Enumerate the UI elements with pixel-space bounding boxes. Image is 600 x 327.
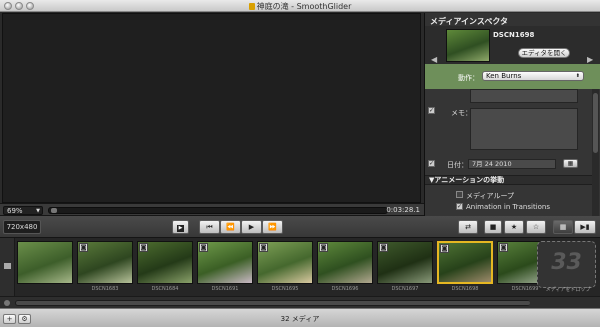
filmstrip-clip[interactable]: ◙ bbox=[377, 241, 433, 284]
media-drop-target[interactable]: 33 bbox=[537, 241, 596, 288]
play-button[interactable]: ▶ bbox=[241, 220, 262, 234]
clip-name-label: DSCN1695 bbox=[271, 286, 299, 292]
clip-badge-icon[interactable]: ◙ bbox=[379, 243, 388, 252]
memo-label: メモ： bbox=[451, 109, 472, 117]
memo-checkbox[interactable]: ✓ bbox=[428, 107, 435, 114]
clip-badge-icon[interactable]: ◙ bbox=[199, 243, 208, 252]
date-label: 日付： bbox=[447, 161, 468, 169]
clip-name: DSCN1698 bbox=[493, 31, 535, 39]
preview-canvas[interactable] bbox=[2, 13, 421, 203]
export-button[interactable]: ▦ bbox=[553, 220, 573, 234]
clip-name-label: DSCN1697 bbox=[391, 286, 419, 292]
media-loop-checkbox[interactable] bbox=[456, 191, 463, 198]
timecode: 0:03:28.1 bbox=[386, 206, 420, 214]
inspector-scrollbar[interactable] bbox=[592, 89, 599, 216]
chevron-down-icon: ▼ bbox=[36, 208, 40, 214]
filmstrip-clip[interactable]: ◙ bbox=[317, 241, 373, 284]
filmstrip-clip[interactable]: ◙ bbox=[197, 241, 253, 284]
motion-value: Ken Burns bbox=[486, 72, 522, 80]
main-toolbar: 720x480 ▶ ⏮ ⏪ ▶ ⏩ ⇄ ■ ★ ☆ ▦ ▶▮ bbox=[0, 216, 600, 238]
filmstrip-clip[interactable]: ◙ bbox=[77, 241, 133, 284]
rewind-button[interactable]: ⏪ bbox=[220, 220, 241, 234]
filmstrip-clip[interactable] bbox=[17, 241, 73, 284]
rewind-icon: ⏪ bbox=[226, 223, 235, 231]
scrub-bar: 69% ▼ 0:03:28.1 bbox=[0, 203, 424, 216]
media-loop-label: メディアループ bbox=[466, 192, 515, 200]
clip-thumbnail bbox=[446, 29, 490, 62]
play-icon: ▶ bbox=[248, 223, 255, 231]
title-bar: 神庭の滝 - SmoothGlider bbox=[0, 0, 600, 12]
clip-badge-icon[interactable]: ◙ bbox=[79, 243, 88, 252]
window-title: 神庭の滝 - SmoothGlider bbox=[0, 1, 600, 12]
filmstrip-sidebar bbox=[0, 238, 15, 296]
open-editor-button[interactable]: エディタを開く bbox=[518, 48, 570, 58]
favorites-button[interactable]: ☆ bbox=[526, 220, 546, 234]
clip-name-label: DSCN1684 bbox=[151, 286, 179, 292]
memo-field[interactable] bbox=[470, 108, 578, 150]
media-inspector: メディアインスペクタ ◀ DSCN1698 エディタを開く ▶ 動作： Ken … bbox=[424, 13, 600, 216]
filmstrip-scrollbar[interactable] bbox=[0, 296, 600, 308]
clip-name-label: DSCN1698 bbox=[451, 286, 479, 292]
clip-name-label: DSCN1696 bbox=[331, 286, 359, 292]
export-icon: ▦ bbox=[559, 223, 567, 231]
filmstrip-clip[interactable]: ◙ bbox=[137, 241, 193, 284]
document-icon bbox=[248, 3, 255, 10]
skip-back-icon: ⏮ bbox=[206, 223, 213, 231]
share-button[interactable]: ▶▮ bbox=[574, 220, 596, 234]
go-to-start-button[interactable]: ⏮ bbox=[199, 220, 220, 234]
effects-button[interactable]: ★ bbox=[504, 220, 524, 234]
inspector-scroll-thumb[interactable] bbox=[593, 93, 598, 153]
chevron-updown-icon: ⬍ bbox=[575, 73, 580, 79]
media-count: 32 メディア bbox=[280, 315, 320, 323]
clip-name-label: DSCN1691 bbox=[211, 286, 239, 292]
clip-badge-icon[interactable]: ◙ bbox=[440, 244, 449, 253]
animation-section-header[interactable]: ▼アニメーションの挙動 bbox=[425, 175, 593, 185]
window-title-text: 神庭の滝 - SmoothGlider bbox=[256, 2, 352, 11]
clip-badge-icon[interactable]: ◙ bbox=[259, 243, 268, 252]
share-icon: ▶▮ bbox=[580, 223, 590, 231]
clip-name-label: DSCN1683 bbox=[91, 286, 119, 292]
drop-label: メディアをドロップ bbox=[545, 287, 591, 293]
next-media-number: 33 bbox=[551, 250, 582, 275]
zoom-select[interactable]: 69% ▼ bbox=[3, 206, 43, 215]
timeline-slider[interactable] bbox=[48, 207, 388, 214]
star-icon: ★ bbox=[510, 223, 518, 231]
clip-badge-icon[interactable]: ◙ bbox=[499, 243, 508, 252]
status-bar: + ⚙ 32 メディア bbox=[0, 308, 600, 327]
transition-button[interactable]: ⇄ bbox=[458, 220, 478, 234]
motion-select[interactable]: Ken Burns ⬍ bbox=[482, 71, 584, 81]
fast-forward-button[interactable]: ⏩ bbox=[262, 220, 283, 234]
filmstrip-clip[interactable]: ◙ bbox=[437, 241, 493, 284]
add-media-button[interactable]: ■ bbox=[484, 220, 502, 234]
calendar-icon[interactable]: ▦ bbox=[563, 159, 578, 168]
clip-badge-icon[interactable]: ◙ bbox=[139, 243, 148, 252]
next-icon[interactable]: ▶ bbox=[587, 55, 593, 64]
star-outline-icon: ☆ bbox=[532, 223, 540, 231]
play-preview-button[interactable]: ▶ bbox=[172, 220, 189, 234]
motion-label: 動作： bbox=[458, 74, 479, 82]
label-icon[interactable] bbox=[4, 263, 11, 269]
add-media-icon: ■ bbox=[489, 223, 497, 231]
inspector-body: ✓ メモ： ✓ 日付： 7月 24 2010 ▦ ▼アニメーションの挙動 メディ… bbox=[425, 89, 600, 216]
motion-panel: 動作： Ken Burns ⬍ bbox=[425, 64, 600, 89]
fast-forward-icon: ⏩ bbox=[268, 223, 277, 231]
filmstrip-clip[interactable]: ◙ bbox=[257, 241, 313, 284]
zoom-value: 69% bbox=[7, 207, 23, 215]
upper-text-field[interactable] bbox=[470, 89, 578, 103]
date-checkbox[interactable]: ✓ bbox=[428, 160, 435, 167]
previous-icon[interactable]: ◀ bbox=[431, 55, 437, 64]
transition-icon: ⇄ bbox=[465, 223, 471, 231]
timeline-handle[interactable] bbox=[51, 208, 57, 213]
clip-badge-icon[interactable]: ◙ bbox=[319, 243, 328, 252]
scroll-dot-icon bbox=[4, 300, 10, 306]
media-filmstrip: ◙ DSCN1683 ◙ DSCN1684 ◙ DSCN1691 ◙ DSCN1695 ◙ DSC… bbox=[0, 238, 600, 296]
animation-transitions-label: Animation in Transitions bbox=[466, 203, 551, 211]
date-field[interactable]: 7月 24 2010 bbox=[468, 159, 556, 169]
play-icon: ▶ bbox=[176, 225, 185, 232]
filmstrip-scroll-thumb[interactable] bbox=[16, 301, 530, 305]
resolution-indicator[interactable]: 720x480 bbox=[3, 220, 41, 234]
animation-transitions-checkbox[interactable]: ✓ bbox=[456, 203, 463, 210]
